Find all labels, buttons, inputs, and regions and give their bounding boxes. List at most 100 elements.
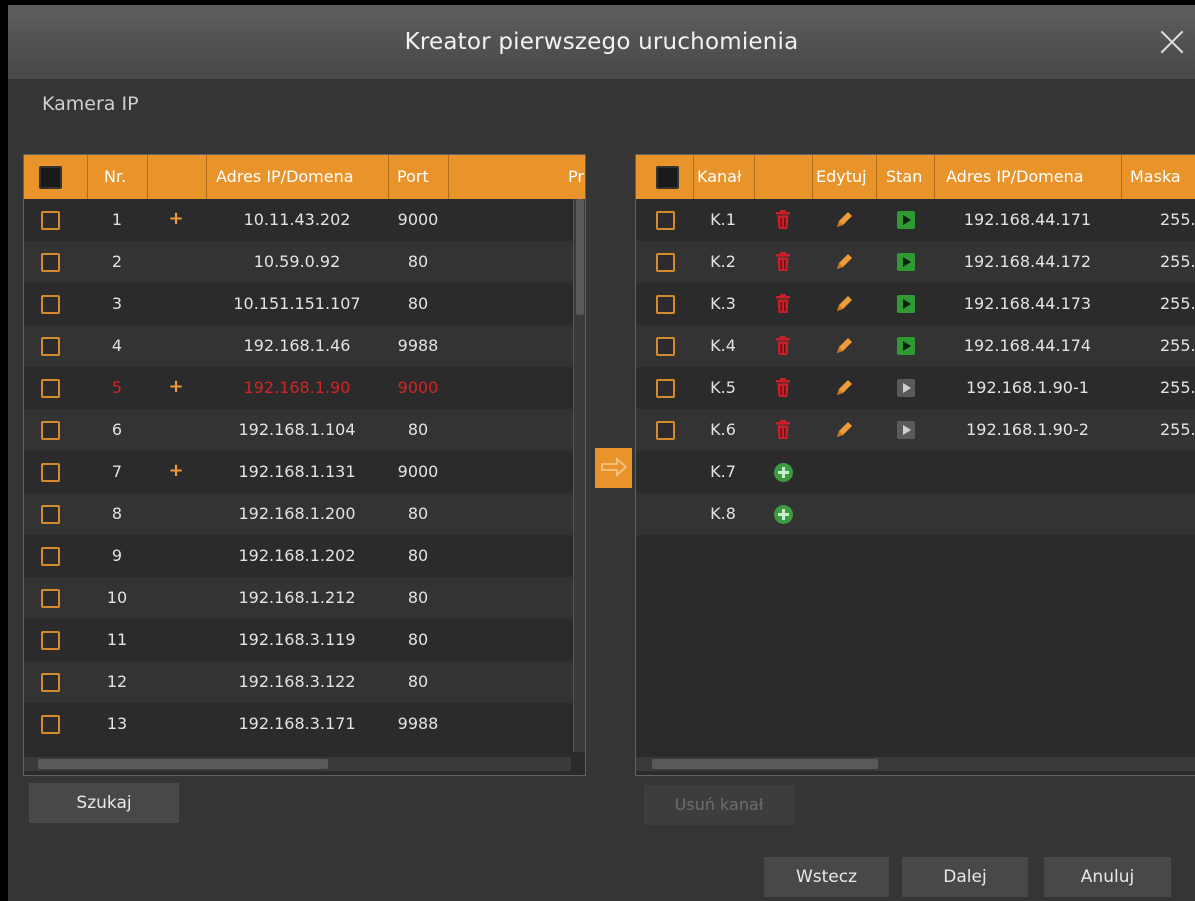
column-separator (754, 155, 755, 199)
row-checkbox[interactable] (41, 547, 60, 566)
trash-icon[interactable] (775, 252, 791, 272)
header-mask[interactable]: Maska (1130, 155, 1195, 199)
table-row[interactable]: 2 10.59.0.92 80 (24, 241, 585, 283)
column-separator (693, 155, 694, 199)
play-icon[interactable] (897, 295, 915, 313)
header-channel[interactable]: Kanał (697, 155, 742, 199)
table-row[interactable]: 11 192.168.3.119 80 (24, 619, 585, 661)
ip-address: 192.168.3.119 (238, 630, 356, 649)
header-address[interactable]: Adres IP/Domena (216, 155, 354, 199)
trash-icon[interactable] (775, 378, 791, 398)
row-checkbox[interactable] (656, 421, 675, 440)
row-checkbox[interactable] (41, 253, 60, 272)
pencil-icon[interactable] (833, 419, 855, 441)
add-circle-icon[interactable] (774, 463, 793, 482)
ip-address: 192.168.3.122 (238, 672, 356, 691)
table-row[interactable]: 13 192.168.3.171 9988 (24, 703, 585, 745)
play-icon[interactable] (897, 379, 915, 397)
next-button[interactable]: Dalej (902, 857, 1028, 897)
select-all-checkbox[interactable] (656, 166, 679, 189)
trash-icon[interactable] (775, 336, 791, 356)
row-number: 13 (106, 714, 128, 733)
table-row[interactable]: 10 192.168.1.212 80 (24, 577, 585, 619)
setup-wizard-dialog: Kreator pierwszego uruchomienia Kamera I… (8, 5, 1195, 901)
table-row[interactable]: 1 +10.11.43.202 9000 (24, 199, 585, 241)
vertical-scrollbar[interactable] (573, 199, 585, 752)
row-checkbox[interactable] (41, 631, 60, 650)
table-row[interactable]: 6 192.168.1.104 80 (24, 409, 585, 451)
ip-address: 192.168.44.172 (963, 252, 1092, 271)
horizontal-scrollbar[interactable] (24, 757, 571, 771)
transfer-button[interactable] (595, 448, 632, 488)
table-row[interactable]: K.3 192.168.44.173 255.2 (636, 283, 1195, 325)
pencil-icon[interactable] (833, 251, 855, 273)
row-checkbox[interactable] (41, 211, 60, 230)
pencil-icon[interactable] (833, 209, 855, 231)
table-row[interactable]: K.2 192.168.44.172 255.2 (636, 241, 1195, 283)
scrollbar-thumb[interactable] (38, 759, 328, 769)
play-icon[interactable] (897, 211, 915, 229)
row-checkbox[interactable] (41, 715, 60, 734)
table-row[interactable]: 7 +192.168.1.131 9000 (24, 451, 585, 493)
channel-name: K.5 (710, 378, 736, 397)
row-checkbox[interactable] (41, 589, 60, 608)
table-row[interactable]: 12 192.168.3.122 80 (24, 661, 585, 703)
search-button[interactable]: Szukaj (29, 783, 179, 823)
table-row[interactable]: 5 +192.168.1.90 9000 (24, 367, 585, 409)
header-protocol[interactable]: Pr (568, 155, 585, 199)
row-number: 10 (106, 588, 128, 607)
column-separator (812, 155, 813, 199)
trash-icon[interactable] (775, 420, 791, 440)
horizontal-scrollbar[interactable] (636, 757, 1195, 771)
table-row[interactable]: K.6 192.168.1.90-2 255.2 (636, 409, 1195, 451)
row-checkbox[interactable] (41, 673, 60, 692)
trash-icon[interactable] (775, 210, 791, 230)
row-checkbox[interactable] (656, 211, 675, 230)
table-row[interactable]: K.4 192.168.44.174 255.2 (636, 325, 1195, 367)
table-row[interactable]: 8 192.168.1.200 80 (24, 493, 585, 535)
row-checkbox[interactable] (41, 505, 60, 524)
back-button[interactable]: Wstecz (764, 857, 889, 897)
table-row[interactable]: 3 10.151.151.107 80 (24, 283, 585, 325)
header-port[interactable]: Port (397, 155, 429, 199)
row-checkbox[interactable] (41, 379, 60, 398)
channel-name: K.1 (710, 210, 736, 229)
app-root: Kreator pierwszego uruchomienia Kamera I… (0, 0, 1195, 901)
cancel-button[interactable]: Anuluj (1044, 857, 1171, 897)
table-row[interactable]: K.8 (636, 493, 1195, 535)
scrollbar-thumb[interactable] (652, 759, 878, 769)
play-icon[interactable] (897, 337, 915, 355)
row-number: 6 (111, 420, 123, 439)
header-status[interactable]: Stan (886, 155, 922, 199)
table-row[interactable]: K.5 192.168.1.90-1 255.2 (636, 367, 1195, 409)
pencil-icon[interactable] (833, 293, 855, 315)
plus-icon[interactable]: + (166, 377, 186, 397)
select-all-checkbox[interactable] (39, 166, 62, 189)
table-row[interactable]: 4 192.168.1.46 9988 (24, 325, 585, 367)
header-no[interactable]: Nr. (104, 155, 126, 199)
trash-icon[interactable] (775, 294, 791, 314)
delete-channel-button[interactable]: Usuń kanał (644, 785, 794, 825)
scrollbar-thumb[interactable] (576, 199, 584, 315)
close-icon[interactable] (1157, 27, 1187, 57)
header-address[interactable]: Adres IP/Domena (946, 155, 1084, 199)
table-row[interactable]: 9 192.168.1.202 80 (24, 535, 585, 577)
table-row[interactable]: K.1 192.168.44.171 255.2 (636, 199, 1195, 241)
plus-icon[interactable]: + (166, 461, 186, 481)
row-checkbox[interactable] (41, 337, 60, 356)
row-checkbox[interactable] (656, 337, 675, 356)
row-checkbox[interactable] (656, 379, 675, 398)
header-edit[interactable]: Edytuj (816, 155, 867, 199)
table-row[interactable]: K.7 (636, 451, 1195, 493)
row-checkbox[interactable] (41, 463, 60, 482)
row-checkbox[interactable] (656, 295, 675, 314)
play-icon[interactable] (897, 253, 915, 271)
row-checkbox[interactable] (656, 253, 675, 272)
play-icon[interactable] (897, 421, 915, 439)
add-circle-icon[interactable] (774, 505, 793, 524)
pencil-icon[interactable] (833, 377, 855, 399)
plus-icon[interactable]: + (166, 209, 186, 229)
pencil-icon[interactable] (833, 335, 855, 357)
row-checkbox[interactable] (41, 421, 60, 440)
row-checkbox[interactable] (41, 295, 60, 314)
